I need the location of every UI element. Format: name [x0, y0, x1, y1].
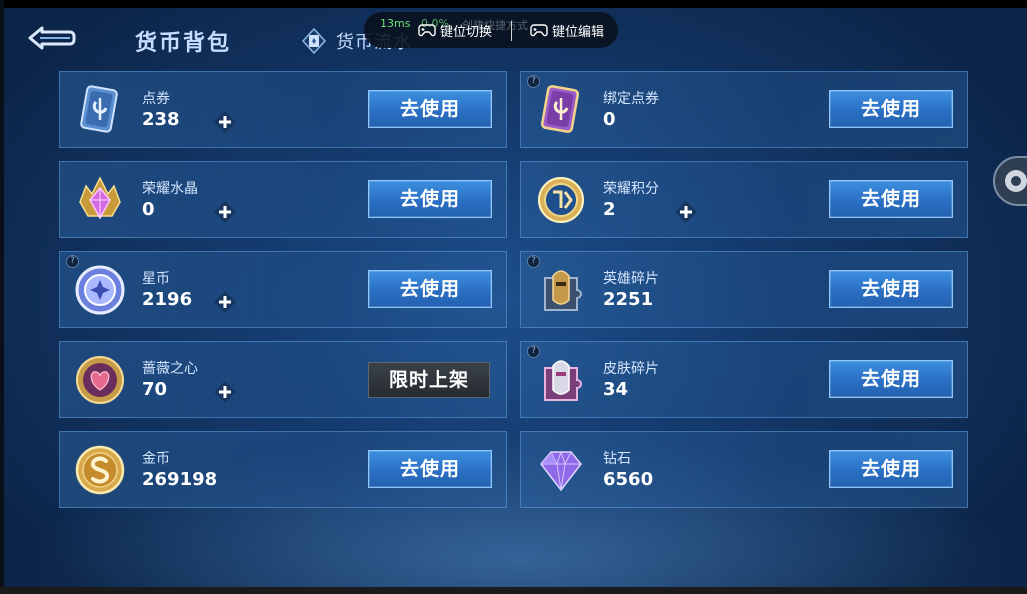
currency-name: 皮肤碎片: [603, 361, 659, 377]
use-button[interactable]: 去使用: [829, 90, 953, 128]
currency-name: 金币: [142, 451, 170, 467]
side-settings-button[interactable]: [992, 155, 1027, 207]
currency-amount: 0: [603, 109, 616, 130]
plus-icon[interactable]: [674, 200, 698, 224]
coupon-card-icon: [80, 85, 118, 133]
card-bound-coupon: ? 绑定点券 0 去使用: [520, 71, 968, 148]
flow-icon: [301, 27, 327, 55]
use-button[interactable]: 去使用: [829, 450, 953, 488]
card-glory-crystal: 荣耀水晶 0 去使用: [59, 161, 507, 238]
back-arrow-icon: [28, 26, 76, 50]
points-medal-icon: [538, 177, 584, 223]
card-dianquan: 点券 238 去使用: [59, 71, 507, 148]
back-button[interactable]: [26, 26, 78, 54]
diamond-icon: [540, 450, 582, 492]
currency-amount: 2196: [142, 289, 193, 310]
star-coin-icon: [75, 265, 125, 315]
key-switch-button[interactable]: 键位切换: [418, 20, 492, 40]
use-button[interactable]: 去使用: [829, 270, 953, 308]
gamepad-icon: [530, 24, 548, 37]
currency-name: 蔷薇之心: [142, 361, 198, 377]
use-button[interactable]: 去使用: [368, 180, 492, 218]
rose-heart-icon: [76, 356, 124, 404]
use-button[interactable]: 去使用: [829, 360, 953, 398]
plus-icon[interactable]: [213, 110, 237, 134]
bound-coupon-icon: [540, 85, 580, 133]
plus-icon[interactable]: [213, 380, 237, 404]
key-edit-label: 键位编辑: [552, 24, 605, 40]
key-edit-button[interactable]: 键位编辑: [530, 20, 604, 40]
plus-icon[interactable]: [213, 290, 237, 314]
currency-name: 荣耀水晶: [142, 181, 198, 197]
currency-name: 点券: [142, 91, 170, 107]
currency-amount: 2: [603, 199, 616, 220]
gamepad-icon: [418, 24, 436, 37]
top-edge: [0, 0, 1027, 8]
key-switch-label: 键位切换: [440, 24, 493, 40]
skin-fragment-icon: [544, 360, 582, 401]
bottom-edge: [0, 587, 1027, 594]
card-skin-fragment: ? 皮肤碎片 34 去使用: [520, 341, 968, 418]
left-edge: [0, 0, 4, 594]
tab-currency-bag[interactable]: 货币背包: [135, 25, 231, 57]
currency-amount: 34: [603, 379, 629, 400]
card-gold-coin: 金币 269198 去使用: [59, 431, 507, 508]
currency-bag-screen: 货币背包 货币流水 点券 238 去使用 ? 绑定: [0, 0, 1027, 594]
currency-amount: 269198: [142, 469, 218, 490]
currency-name: 钻石: [603, 451, 631, 467]
card-star-coin: ? 星币 2196 去使用: [59, 251, 507, 328]
limited-time-button: 限时上架: [368, 362, 490, 398]
currency-name: 绑定点券: [603, 91, 659, 107]
use-button[interactable]: 去使用: [368, 90, 492, 128]
card-glory-points: 荣耀积分 2 去使用: [520, 161, 968, 238]
plus-icon[interactable]: [213, 200, 237, 224]
gold-coin-icon: [75, 445, 125, 495]
crystal-icon: [79, 176, 121, 220]
ping-readout: 13ms: [380, 17, 411, 30]
use-button[interactable]: 去使用: [368, 270, 492, 308]
currency-name: 星币: [142, 271, 170, 287]
toolbar-divider: [511, 21, 512, 41]
currency-name: 荣耀积分: [603, 181, 659, 197]
currency-name: 英雄碎片: [603, 271, 659, 287]
card-rose-heart: 蔷薇之心 70 限时上架: [59, 341, 507, 418]
hero-fragment-icon: [544, 270, 582, 311]
use-button[interactable]: 去使用: [829, 180, 953, 218]
currency-amount: 6560: [603, 469, 654, 490]
card-diamond: 钻石 6560 去使用: [520, 431, 968, 508]
use-button[interactable]: 去使用: [368, 450, 492, 488]
currency-amount: 2251: [603, 289, 654, 310]
currency-amount: 238: [142, 109, 180, 130]
card-hero-fragment: ? 英雄碎片 2251 去使用: [520, 251, 968, 328]
currency-amount: 0: [142, 199, 155, 220]
currency-amount: 70: [142, 379, 168, 400]
gear-icon: [993, 156, 1027, 206]
